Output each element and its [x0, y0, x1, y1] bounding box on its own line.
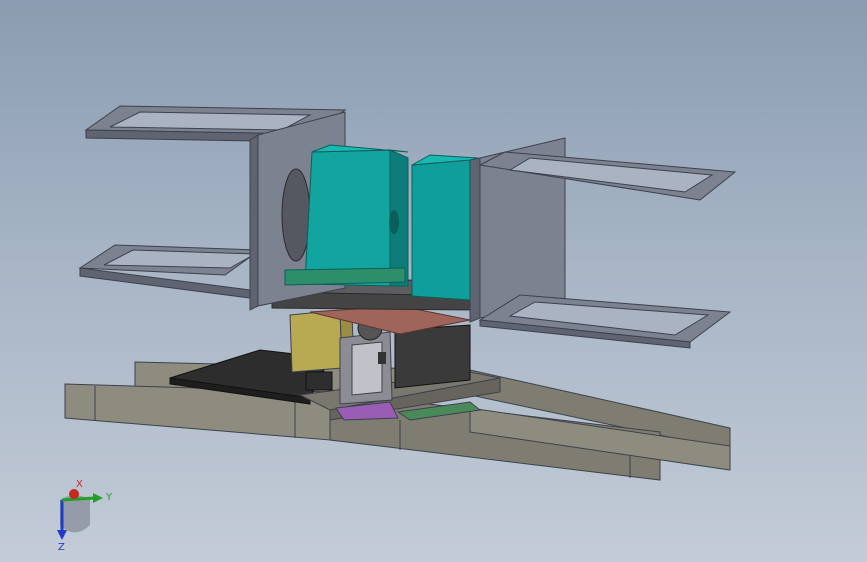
- z-axis-label: Z: [58, 542, 65, 553]
- coordinate-triad: X Y Z: [57, 479, 113, 553]
- right-frame[interactable]: [469, 137, 737, 349]
- cad-model[interactable]: [0, 0, 867, 562]
- teal-motor-right[interactable]: [411, 154, 479, 301]
- cad-viewport[interactable]: X Y Z: [0, 0, 867, 562]
- y-axis: [61, 496, 96, 502]
- lower-housing[interactable]: [394, 324, 471, 389]
- x-axis: [69, 489, 79, 499]
- x-axis-label: X: [76, 479, 83, 490]
- y-axis-label: Y: [105, 492, 113, 503]
